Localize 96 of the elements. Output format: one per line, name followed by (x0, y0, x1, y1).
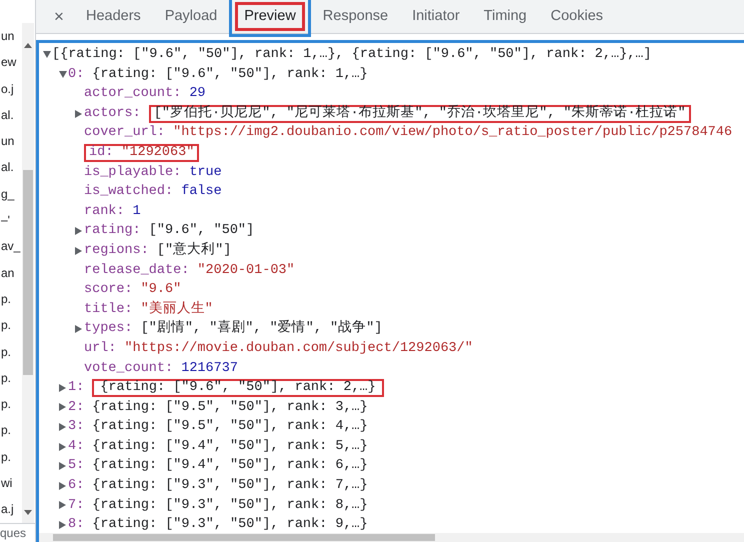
value-preview: {rating: ["9.6", "50"], rank: 1,…} (92, 66, 368, 84)
property-value: "1292063" (121, 146, 194, 160)
value-preview: ["9.6", "50"] (148, 222, 254, 240)
property-key: 4: (68, 436, 84, 456)
value-preview: {rating: ["9.5", "50"], rank: 4,…} (92, 418, 368, 436)
request-name[interactable]: p. (0, 338, 22, 365)
property-key: 3: (68, 417, 84, 437)
expand-triangle-icon[interactable] (59, 442, 66, 451)
scrollbar-thumb[interactable] (53, 534, 435, 541)
value-preview: ["意大利"] (156, 240, 232, 260)
property-key: actors: (84, 104, 141, 124)
property-key: is_watched: (84, 182, 174, 202)
collapse-triangle-icon[interactable] (43, 51, 51, 58)
value-preview: {rating: ["9.4", "50"], rank: 6,…} (92, 457, 368, 476)
value-preview: {rating: ["9.3", "50"], rank: 9,…} (92, 516, 368, 533)
value-preview: ["罗伯托·贝尼尼", "尼可莱塔·布拉斯基", "乔治·坎塔里尼", "朱斯蒂诺·杜拉诺" (148, 104, 691, 123)
property-key: vote_count: (84, 358, 174, 378)
property-value: false (181, 183, 222, 202)
collapse-triangle-icon[interactable] (59, 70, 67, 78)
property-value: "https://img2.doubanio.com/view/photo/s_ratio_poster/public/p25784746 (173, 124, 732, 142)
property-value: "https://movie.douban.com/subject/1292063/" (124, 340, 473, 358)
property-key: rating: (84, 221, 141, 241)
property-value: 1216737 (181, 360, 238, 378)
scrollbar-thumb[interactable] (23, 170, 33, 375)
tab[interactable]: Preview (235, 2, 305, 32)
scroll-up-icon[interactable] (24, 43, 32, 48)
requests-count: ques (0, 523, 35, 542)
value-preview: {rating: ["9.5", "50"], rank: 3,…} (92, 398, 368, 417)
property-key: 8: (68, 515, 84, 533)
request-name[interactable]: ew (0, 49, 22, 76)
request-name[interactable]: al. (0, 154, 22, 181)
property-key: actor_count: (84, 84, 182, 104)
request-name[interactable]: a.j (0, 496, 22, 523)
request-name[interactable]: un (0, 128, 22, 154)
property-key: cover_url: (84, 123, 166, 143)
request-name[interactable]: al. (0, 102, 22, 128)
request-name[interactable]: p. (0, 444, 22, 470)
property-value: 1 (132, 202, 141, 221)
tab[interactable]: Payload (156, 2, 226, 32)
property-key: regions: (84, 240, 149, 261)
request-name[interactable]: p. (0, 417, 22, 444)
request-name[interactable]: an (0, 260, 22, 286)
expand-triangle-icon[interactable] (59, 384, 66, 392)
expand-triangle-icon[interactable] (59, 482, 66, 490)
property-key: 0: (68, 64, 84, 84)
request-name[interactable]: –' (0, 207, 22, 234)
property-value: "美丽人生" (140, 300, 213, 319)
tab[interactable]: Response (314, 2, 398, 32)
property-key: id: (89, 146, 114, 160)
expand-triangle-icon[interactable] (75, 246, 82, 255)
tab[interactable]: Headers (77, 2, 150, 32)
expand-triangle-icon[interactable] (75, 227, 82, 236)
scroll-down-icon[interactable] (24, 510, 32, 515)
request-name[interactable]: p. (0, 286, 22, 312)
request-name[interactable]: un (0, 23, 22, 50)
tab[interactable]: Initiator (403, 2, 469, 32)
request-name[interactable]: p. (0, 391, 22, 418)
expand-triangle-icon[interactable] (75, 325, 82, 334)
property-value: "9.6" (140, 281, 182, 300)
value-preview: {rating: ["9.6", "50"], rank: 2,…} (92, 378, 384, 397)
expand-triangle-icon[interactable] (59, 423, 66, 432)
request-name[interactable]: o.j (0, 76, 22, 102)
property-key: 7: (68, 496, 84, 516)
property-value: 29 (189, 85, 206, 104)
expand-triangle-icon[interactable] (59, 501, 66, 510)
property-key: 1: (68, 378, 84, 398)
property-key: 6: (68, 476, 84, 496)
value-preview: {rating: ["9.4", "50"], rank: 5,…} (92, 438, 368, 456)
property-key: title: (84, 300, 133, 320)
request-name[interactable]: wi (0, 470, 22, 496)
property-key: release_date: (84, 260, 190, 280)
property-key: score: (84, 280, 133, 300)
request-name[interactable]: av_ (0, 233, 22, 260)
close-button[interactable]: × (44, 4, 74, 30)
vertical-scrollbar[interactable] (22, 23, 34, 523)
expand-triangle-icon[interactable] (75, 110, 82, 118)
request-name[interactable]: p. (0, 364, 22, 392)
property-value: "2020-01-03" (197, 262, 295, 280)
request-name[interactable]: g_ (0, 180, 22, 208)
property-key: 2: (68, 398, 84, 418)
property-key: types: (84, 319, 133, 339)
tab[interactable]: Timing (474, 2, 536, 32)
value-preview: [{rating: ["9.6", "50"], rank: 1,…}, {rating: ["9.6", "50"], rank: 2,…},…] (52, 46, 652, 64)
horizontal-scrollbar[interactable] (39, 533, 744, 542)
property-key: 5: (68, 456, 84, 476)
expand-triangle-icon[interactable] (59, 462, 66, 470)
property-key: rank: (84, 202, 125, 222)
property-key: url: (84, 338, 116, 358)
property-value: true (189, 164, 222, 182)
value-preview: {rating: ["9.3", "50"], rank: 8,…} (92, 496, 368, 515)
expand-triangle-icon[interactable] (59, 403, 66, 412)
value-preview: {rating: ["9.3", "50"], rank: 7,…} (92, 477, 368, 496)
tab[interactable]: Cookies (542, 2, 612, 32)
request-name[interactable]: p. (0, 312, 22, 339)
value-preview: ["剧情", "喜剧", "爱情", "战争"] (140, 319, 382, 338)
property-key: is_playable: (84, 162, 182, 182)
